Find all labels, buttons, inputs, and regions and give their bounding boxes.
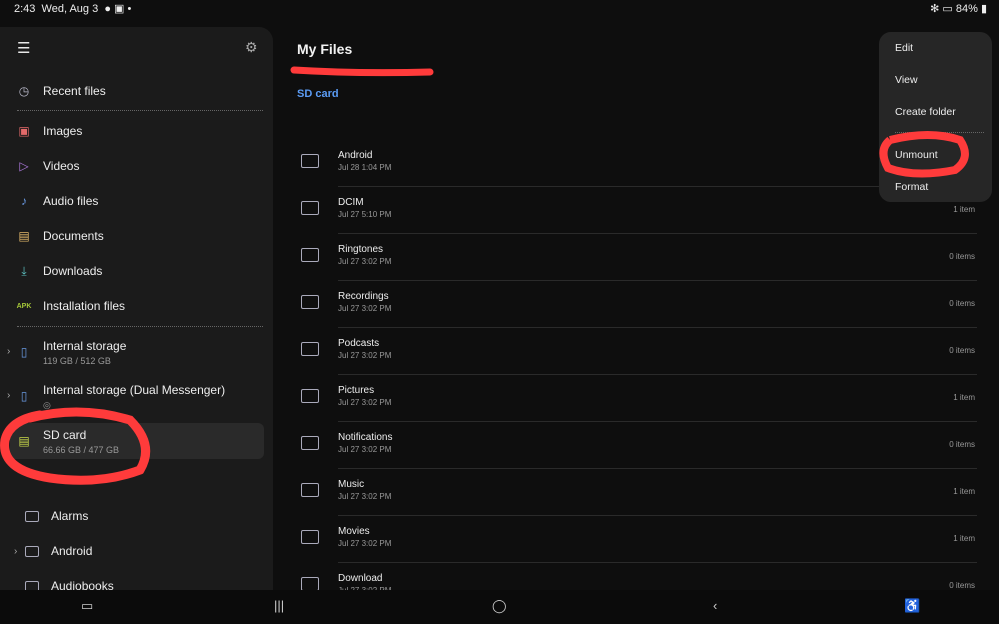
folder-row[interactable]: Ringtones Jul 27 3:02 PM 0 items: [297, 234, 977, 281]
battery-level: 84%: [955, 3, 978, 15]
phone-icon: ▯: [20, 345, 28, 359]
overflow-menu: Edit View Create folder Unmount Format: [879, 32, 992, 202]
menu-item-create-folder[interactable]: Create folder: [895, 106, 956, 118]
folder-icon: [25, 545, 39, 557]
folder-icon: [301, 295, 319, 309]
back-icon[interactable]: ‹: [713, 598, 717, 613]
accessibility-icon[interactable]: ♿: [904, 598, 920, 614]
folder-icon: [301, 577, 319, 591]
status-time-date: 2:43 Wed, Aug 3 ● ▣ •: [14, 3, 132, 15]
menu-item-format[interactable]: Format: [895, 181, 928, 193]
folder-icon: [301, 389, 319, 403]
dual-phone-icon: ▯: [20, 389, 28, 403]
menu-item-view[interactable]: View: [895, 74, 918, 86]
menu-item-edit[interactable]: Edit: [895, 42, 913, 54]
folder-icon: [301, 530, 319, 544]
settings-gear-icon[interactable]: ⚙: [245, 39, 258, 56]
folder-icon: [25, 510, 39, 522]
chevron-right-icon[interactable]: ›: [7, 390, 10, 401]
folder-row[interactable]: DCIM Jul 27 5:10 PM 1 item: [297, 187, 977, 234]
sidebar-folder[interactable]: › Android: [0, 534, 273, 568]
sidebar-storage-item[interactable]: › ▯ Internal storage (Dual Messenger) ◎: [0, 378, 273, 414]
download-icon: ⤓: [21, 263, 27, 278]
folder-row[interactable]: Movies Jul 27 3:02 PM 1 item: [297, 516, 977, 563]
folder-row[interactable]: Notifications Jul 27 3:02 PM 0 items: [297, 422, 977, 469]
breadcrumb-sd-card[interactable]: SD card: [297, 88, 339, 100]
sidebar-item[interactable]: ♪ Audio files: [0, 184, 273, 218]
sidebar-item-recent-files[interactable]: ◷ Recent files: [0, 74, 273, 108]
sidebar-folder[interactable]: Alarms: [0, 499, 273, 533]
music-note-icon: ♪: [21, 194, 27, 208]
page-title: My Files: [297, 41, 353, 57]
folder-icon: [301, 342, 319, 356]
document-icon: ▤: [18, 229, 30, 243]
clock-icon: ◷: [18, 84, 30, 98]
chevron-right-icon[interactable]: ›: [14, 546, 17, 557]
sidebar: ☰ ⚙ ◷ Recent files ▣ Images ▷ Videos ♪ Audio …: [0, 27, 273, 590]
divider: [17, 326, 263, 327]
folder-icon: [301, 483, 319, 497]
sidebar-item[interactable]: ▣ Images: [0, 114, 273, 148]
folder-row[interactable]: Pictures Jul 27 3:02 PM 1 item: [297, 375, 977, 422]
divider: [17, 110, 263, 111]
menu-divider: [895, 132, 984, 133]
folder-icon: [25, 580, 39, 590]
folder-icon: [301, 436, 319, 450]
sidebar-item[interactable]: ⤓ Downloads: [0, 254, 273, 288]
sidebar-item[interactable]: ▷ Videos: [0, 149, 273, 183]
sidebar-item[interactable]: ▤ Documents: [0, 219, 273, 253]
sd-card-icon: ▤: [18, 434, 30, 448]
chevron-right-icon[interactable]: ›: [7, 346, 10, 357]
folder-row[interactable]: Music Jul 27 3:02 PM 1 item: [297, 469, 977, 516]
folder-icon: [301, 248, 319, 262]
image-icon: ▣: [18, 124, 30, 138]
navigation-bar: ▭ ||| ◯ ‹ ♿: [0, 590, 999, 624]
apk-icon: APK: [16, 302, 32, 310]
folder-icon: [301, 154, 319, 168]
home-icon[interactable]: ◯: [492, 598, 507, 614]
folder-row[interactable]: Android Jul 28 1:04 PM: [297, 140, 977, 187]
menu-icon[interactable]: ☰: [17, 39, 30, 57]
folder-row[interactable]: Recordings Jul 27 3:02 PM 0 items: [297, 281, 977, 328]
folder-icon: [301, 201, 319, 215]
sidebar-storage-item[interactable]: › ▯ Internal storage 119 GB / 512 GB: [0, 334, 273, 370]
video-icon: ▷: [19, 159, 29, 173]
sidebar-item[interactable]: APK Installation files: [0, 289, 273, 323]
status-right: ✻ ▭ 84% ▮: [930, 3, 987, 15]
menu-item-unmount[interactable]: Unmount: [895, 149, 938, 161]
screenshot-icon[interactable]: ▭: [81, 598, 93, 614]
sidebar-folder[interactable]: Audiobooks: [0, 569, 273, 590]
recent-apps-icon[interactable]: |||: [274, 598, 284, 613]
sidebar-storage-item[interactable]: ▤ SD card 66.66 GB / 477 GB: [0, 423, 273, 459]
folder-row[interactable]: Podcasts Jul 27 3:02 PM 0 items: [297, 328, 977, 375]
status-bar: 2:43 Wed, Aug 3 ● ▣ • ✻ ▭ 84% ▮: [0, 0, 999, 18]
